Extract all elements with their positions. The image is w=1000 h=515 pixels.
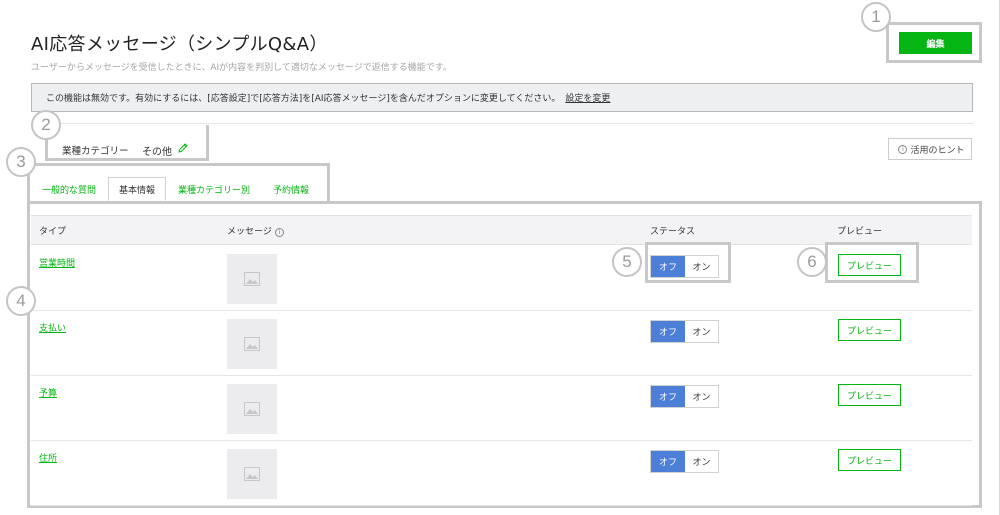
edit-button[interactable]: 編集 [899, 32, 972, 54]
tab-industry[interactable]: 業種カテゴリー別 [170, 177, 258, 201]
table-header [31, 215, 972, 245]
tab-general[interactable]: 一般的な質問 [34, 177, 104, 201]
category-label: 業種カテゴリー [62, 146, 129, 157]
change-settings-link[interactable]: 設定を変更 [565, 91, 610, 104]
callout-marker: 2 [31, 110, 61, 140]
header-status: ステータス [650, 227, 696, 237]
pencil-icon[interactable] [177, 142, 189, 154]
toggle-on[interactable]: オン [685, 451, 718, 472]
toggle-on[interactable]: オン [685, 321, 718, 342]
page-frame: AI応答メッセージ（シンプルQ&A） ユーザーからメッセージを受信したときに、A… [0, 0, 1000, 515]
header-message: メッセージ i [227, 224, 284, 237]
toggle-off[interactable]: オフ [651, 386, 685, 407]
header-preview: プレビュー [837, 227, 883, 237]
edit-highlight: 編集 [886, 22, 982, 63]
image-placeholder-icon [244, 467, 260, 481]
callout-marker: 6 [797, 247, 827, 277]
category-value: その他 [142, 147, 172, 158]
message-thumbnail[interactable] [227, 449, 277, 499]
header-message-label: メッセージ [227, 227, 272, 237]
page-title: AI応答メッセージ（シンプルQ&A） [31, 34, 328, 55]
toggle-off[interactable]: オフ [651, 451, 685, 472]
image-placeholder-icon [244, 272, 260, 286]
image-placeholder-icon [244, 337, 260, 351]
info-icon[interactable]: i [274, 228, 284, 237]
row-type-link[interactable]: 支払い [39, 321, 66, 334]
page-subtitle: ユーザーからメッセージを受信したときに、AIが内容を判別して適切なメッセージで返… [31, 63, 452, 73]
preview-button[interactable]: プレビュー [838, 449, 901, 471]
row-type-link[interactable]: 住所 [39, 451, 57, 464]
divider [31, 123, 973, 124]
header-type: タイプ [39, 227, 67, 237]
table-row: 住所 オフ オン プレビュー [31, 441, 972, 506]
row-type-link[interactable]: 予算 [39, 386, 57, 399]
tab-reservation[interactable]: 予約情報 [262, 177, 320, 201]
preview-button[interactable]: プレビュー [838, 319, 901, 341]
disabled-notice: この機能は無効です。有効にするには、[応答設定]で[応答方法]を[AI応答メッセ… [31, 83, 973, 112]
table-row: 支払い オフ オン プレビュー [31, 311, 972, 376]
callout-marker: 1 [861, 2, 891, 32]
notice-text: この機能は無効です。有効にするには、[応答設定]で[応答方法]を[AI応答メッセ… [46, 94, 561, 104]
status-toggle: オフ オン [650, 450, 719, 473]
status-highlight [645, 242, 731, 283]
preview-highlight [825, 242, 919, 283]
callout-marker: 5 [612, 247, 642, 277]
row-type-link[interactable]: 営業時間 [39, 256, 75, 269]
toggle-on[interactable]: オン [685, 386, 718, 407]
tab-basic-info[interactable]: 基本情報 [108, 177, 166, 201]
preview-button[interactable]: プレビュー [838, 384, 901, 406]
status-toggle: オフ オン [650, 385, 719, 408]
hint-label: 活用のヒント [910, 145, 965, 156]
info-icon: i [898, 144, 908, 154]
image-placeholder-icon [244, 402, 260, 416]
hint-button[interactable]: i 活用のヒント [888, 138, 972, 160]
message-thumbnail[interactable] [227, 254, 277, 304]
callout-marker: 3 [6, 147, 36, 177]
table-row: 予算 オフ オン プレビュー [31, 376, 972, 441]
message-thumbnail[interactable] [227, 319, 277, 369]
message-thumbnail[interactable] [227, 384, 277, 434]
callout-marker: 4 [6, 286, 36, 316]
toggle-off[interactable]: オフ [651, 321, 685, 342]
status-toggle: オフ オン [650, 320, 719, 343]
